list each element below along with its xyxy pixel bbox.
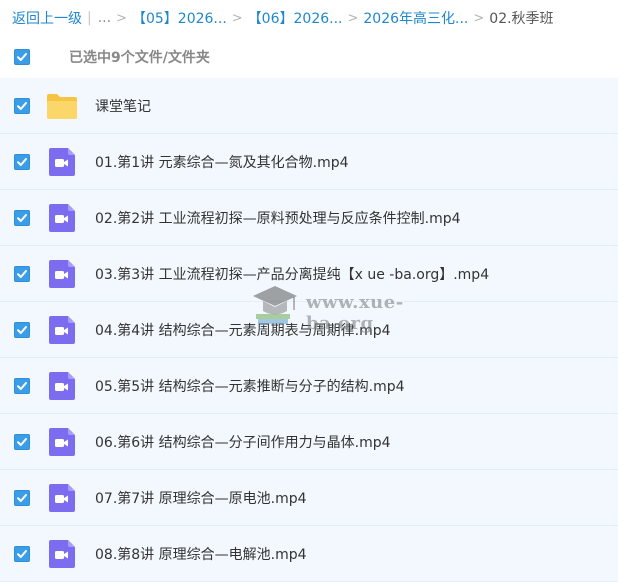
row-checkbox[interactable] [14, 210, 30, 226]
check-icon [17, 326, 27, 334]
breadcrumb-separator-icon: > [347, 10, 359, 26]
selection-header: 已选中9个文件/文件夹 [0, 40, 618, 74]
file-name[interactable]: 07.第7讲 原理综合—原电池.mp4 [95, 488, 307, 508]
file-name[interactable]: 02.第2讲 工业流程初探—原料预处理与反应条件控制.mp4 [95, 208, 461, 228]
breadcrumb-separator-icon: > [231, 10, 243, 26]
row-checkbox[interactable] [14, 490, 30, 506]
video-file-icon [49, 540, 75, 568]
breadcrumb-ellipsis[interactable]: ... [98, 10, 111, 26]
video-file-icon [49, 316, 75, 344]
folder-icon [47, 94, 77, 119]
video-file-icon [49, 148, 75, 176]
check-icon [17, 438, 27, 446]
video-file-icon [49, 372, 75, 400]
breadcrumb-divider: | [87, 10, 92, 26]
breadcrumb-separator-icon: > [116, 10, 127, 26]
breadcrumb-separator-icon: > [473, 10, 485, 26]
file-name[interactable]: 05.第5讲 结构综合—元素推断与分子的结构.mp4 [95, 376, 405, 396]
video-file-icon [49, 428, 75, 456]
row-checkbox[interactable] [14, 98, 30, 114]
list-item[interactable]: 08.第8讲 原理综合—电解池.mp4 [0, 526, 618, 582]
file-name[interactable]: 08.第8讲 原理综合—电解池.mp4 [95, 544, 307, 564]
list-item[interactable]: 课堂笔记 [0, 78, 618, 134]
check-icon [17, 550, 27, 558]
check-icon [17, 214, 27, 222]
row-checkbox[interactable] [14, 266, 30, 282]
list-item[interactable]: 02.第2讲 工业流程初探—原料预处理与反应条件控制.mp4 [0, 190, 618, 246]
file-name[interactable]: 04.第4讲 结构综合—元素周期表与周期律.mp4 [95, 320, 391, 340]
breadcrumb-item[interactable]: 【06】2026... [248, 8, 343, 28]
row-checkbox[interactable] [14, 378, 30, 394]
row-checkbox[interactable] [14, 546, 30, 562]
file-list: 课堂笔记 01.第1讲 元素综合—氮及其化合物.mp4 02.第2讲 工业流程初… [0, 78, 618, 582]
file-name[interactable]: 06.第6讲 结构综合—分子间作用力与晶体.mp4 [95, 432, 391, 452]
list-item[interactable]: 04.第4讲 结构综合—元素周期表与周期律.mp4 [0, 302, 618, 358]
list-item[interactable]: 07.第7讲 原理综合—原电池.mp4 [0, 470, 618, 526]
breadcrumb-item[interactable]: 【05】2026... [132, 8, 227, 28]
list-item[interactable]: 06.第6讲 结构综合—分子间作用力与晶体.mp4 [0, 414, 618, 470]
breadcrumb-item[interactable]: 2026年高三化... [363, 8, 468, 28]
back-link[interactable]: 返回上一级 [12, 8, 82, 28]
list-item[interactable]: 03.第3讲 工业流程初探—产品分离提纯【x ue -ba.org】.mp4 [0, 246, 618, 302]
check-icon [17, 382, 27, 390]
breadcrumb-current: 02.秋季班 [489, 11, 554, 27]
list-item[interactable]: 05.第5讲 结构综合—元素推断与分子的结构.mp4 [0, 358, 618, 414]
check-icon [17, 270, 27, 278]
file-name[interactable]: 03.第3讲 工业流程初探—产品分离提纯【x ue -ba.org】.mp4 [95, 264, 489, 284]
video-file-icon [49, 204, 75, 232]
video-file-icon [49, 484, 75, 512]
file-name[interactable]: 课堂笔记 [95, 96, 151, 116]
list-item[interactable]: 01.第1讲 元素综合—氮及其化合物.mp4 [0, 134, 618, 190]
check-icon [17, 53, 27, 61]
video-file-icon [49, 260, 75, 288]
file-name[interactable]: 01.第1讲 元素综合—氮及其化合物.mp4 [95, 152, 349, 172]
check-icon [17, 494, 27, 502]
select-all-checkbox[interactable] [14, 49, 30, 65]
check-icon [17, 102, 27, 110]
row-checkbox[interactable] [14, 322, 30, 338]
selection-summary: 已选中9个文件/文件夹 [69, 50, 210, 66]
check-icon [17, 158, 27, 166]
breadcrumb: 返回上一级 | ... > 【05】2026... > 【06】2026... … [12, 7, 554, 29]
row-checkbox[interactable] [14, 434, 30, 450]
row-checkbox[interactable] [14, 154, 30, 170]
